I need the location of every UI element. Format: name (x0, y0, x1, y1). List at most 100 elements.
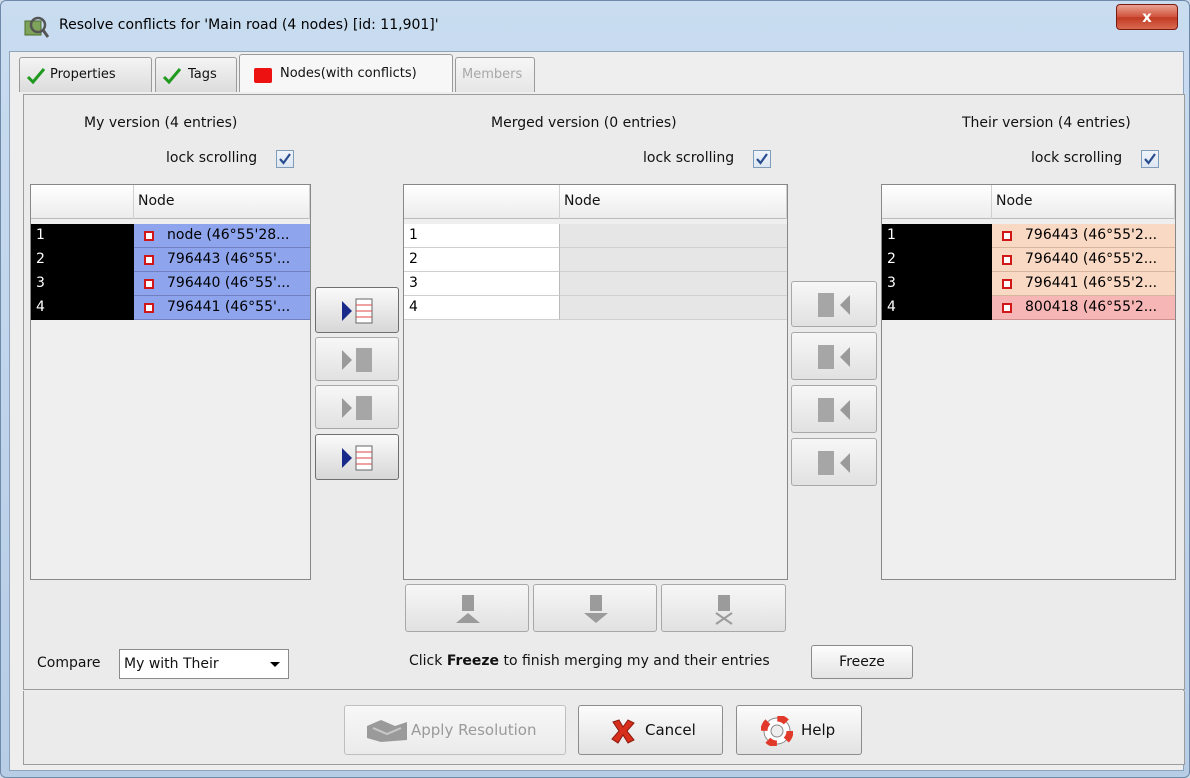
tab-properties[interactable]: Properties (19, 57, 152, 92)
row-number: 1 (882, 224, 992, 248)
their-version-table[interactable]: Node 1 796443 (46°55'2... 2 796440 (46°5… (881, 184, 1176, 580)
node-cell (560, 224, 787, 248)
table-header: Node (31, 185, 310, 219)
their-lock-scrolling-label: lock scrolling (1031, 150, 1123, 166)
row-number: 1 (404, 224, 560, 248)
node-cell: 796440 (46°55'... (134, 272, 310, 296)
node-cell: 800418 (46°55'2... (992, 296, 1175, 320)
copy-their-to-end-button[interactable] (791, 438, 877, 486)
row-number: 4 (31, 296, 134, 320)
close-icon: x (1142, 8, 1152, 26)
copy-my-before-button[interactable] (315, 337, 399, 381)
tab-nodes-with-conflicts[interactable]: Nodes(with conflicts) (239, 54, 453, 92)
table-header: Node (404, 185, 787, 219)
copy-to-merged-end-icon (342, 445, 373, 471)
copy-my-to-top-button[interactable] (315, 287, 399, 333)
move-up-button[interactable] (405, 584, 529, 632)
my-lock-scrolling-checkbox[interactable] (276, 150, 294, 168)
compare-selected-value: My with Their (124, 656, 219, 672)
node-label: 796443 (46°55'... (167, 251, 291, 267)
node-icon (1002, 279, 1012, 289)
my-version-table[interactable]: Node 1 node (46°55'28... 2 796443 (46°55… (30, 184, 311, 580)
copy-their-after-button[interactable] (791, 385, 877, 433)
row-number: 2 (31, 248, 134, 272)
node-cell: 796443 (46°55'... (134, 248, 310, 272)
remove-button[interactable] (661, 584, 786, 632)
move-up-icon (456, 595, 480, 623)
node-cell: 796440 (46°55'2... (992, 248, 1175, 272)
copy-their-to-top-button[interactable] (791, 281, 877, 327)
checkmark-icon (756, 153, 768, 165)
node-icon (1002, 231, 1012, 241)
red-square-icon (254, 68, 272, 83)
node-cell: 796443 (46°55'2... (992, 224, 1175, 248)
node-column-header[interactable]: Node (992, 185, 1175, 219)
row-number-header (31, 185, 134, 219)
conflict-dialog: Resolve conflicts for 'Main road (4 node… (0, 0, 1190, 778)
node-label: 796441 (46°55'... (167, 299, 291, 315)
compare-select[interactable]: My with Their (119, 649, 289, 679)
copy-their-before-icon (818, 345, 850, 369)
apply-resolution-icon (367, 720, 407, 742)
tab-members-label: Members (462, 67, 523, 82)
cancel-label: Cancel (645, 721, 696, 739)
node-cell: 796441 (46°55'... (134, 296, 310, 320)
freeze-button[interactable]: Freeze (811, 645, 913, 679)
freeze-instruction-suffix: to finish merging my and their entries (499, 653, 770, 669)
freeze-instruction: Click Freeze to finish merging my and th… (409, 653, 770, 669)
row-number-header (404, 185, 560, 219)
help-button[interactable]: Help (736, 705, 862, 755)
copy-their-end-icon (818, 451, 850, 475)
freeze-instruction-prefix: Click (409, 653, 447, 669)
window-title: Resolve conflicts for 'Main road (4 node… (59, 17, 439, 33)
node-label: 796440 (46°55'2... (1025, 251, 1158, 267)
node-cell (560, 248, 787, 272)
row-number: 3 (404, 272, 560, 296)
lifebuoy-help-icon (761, 716, 793, 746)
row-number: 3 (31, 272, 134, 296)
chevron-down-icon (270, 662, 280, 667)
node-label: 796443 (46°55'2... (1025, 227, 1158, 243)
merged-version-table[interactable]: Node 1 2 3 4 (403, 184, 788, 580)
node-label: 800418 (46°55'2... (1025, 299, 1158, 315)
copy-my-after-button[interactable] (315, 385, 399, 429)
copy-after-icon (342, 396, 372, 420)
row-number: 4 (404, 296, 560, 320)
node-label: node (46°55'28... (167, 227, 290, 243)
tab-tags[interactable]: Tags (155, 57, 237, 92)
node-column-header[interactable]: Node (134, 185, 310, 219)
row-number: 2 (404, 248, 560, 272)
help-label: Help (801, 721, 836, 739)
row-number: 3 (882, 272, 992, 296)
copy-my-to-end-button[interactable] (315, 434, 399, 480)
close-window-button[interactable]: x (1116, 4, 1178, 30)
node-icon (1002, 303, 1012, 313)
node-label: 796441 (46°55'2... (1025, 275, 1158, 291)
title-bar[interactable]: Resolve conflicts for 'Main road (4 node… (1, 1, 1189, 51)
row-number: 4 (882, 296, 992, 320)
checkmark-icon (1144, 153, 1156, 165)
merged-lock-scrolling-checkbox[interactable] (753, 150, 771, 168)
copy-their-after-icon (818, 398, 850, 422)
node-cell: node (46°55'28... (134, 224, 310, 248)
copy-to-merged-icon (342, 298, 373, 324)
merged-lock-scrolling-label: lock scrolling (643, 150, 735, 166)
tab-members[interactable]: Members (455, 57, 535, 92)
node-icon (144, 279, 154, 289)
freeze-instruction-bold: Freeze (446, 653, 500, 669)
apply-resolution-label: Apply Resolution (411, 721, 537, 739)
checkmark-icon (162, 68, 182, 85)
move-down-button[interactable] (533, 584, 657, 632)
copy-their-before-button[interactable] (791, 332, 877, 380)
apply-resolution-button[interactable]: Apply Resolution (344, 705, 566, 755)
tab-properties-label: Properties (50, 67, 116, 82)
row-number-header (882, 185, 992, 219)
node-cell (560, 296, 787, 320)
cancel-button[interactable]: Cancel (578, 705, 723, 755)
josm-app-icon (24, 16, 49, 38)
node-icon (1002, 255, 1012, 265)
my-lock-scrolling-label: lock scrolling (166, 150, 258, 166)
node-cell: 796441 (46°55'2... (992, 272, 1175, 296)
their-lock-scrolling-checkbox[interactable] (1141, 150, 1159, 168)
node-column-header[interactable]: Node (560, 185, 787, 219)
